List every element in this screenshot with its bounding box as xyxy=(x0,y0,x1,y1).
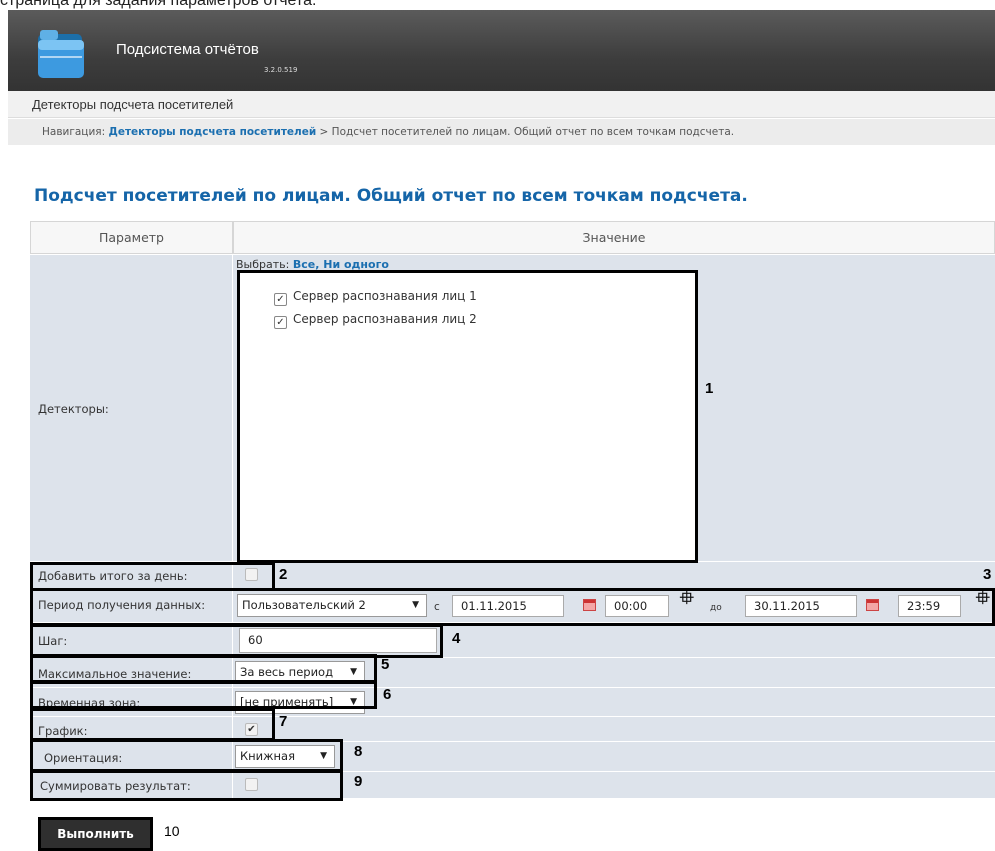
detector-1-label: Сервер распознавания лиц 1 xyxy=(293,289,477,303)
detector-2-checkbox[interactable]: ✓ xyxy=(274,316,287,329)
highlight-frame xyxy=(30,681,377,709)
app-title: Подсистема отчётов xyxy=(116,41,259,58)
app-header: Подсистема отчётов 3.2.0.519 xyxy=(8,10,995,91)
col-header-param: Параметр xyxy=(30,221,233,254)
callout-5: 5 xyxy=(381,656,390,673)
breadcrumb-link-detectors[interactable]: Детекторы подсчета посетителей xyxy=(108,126,316,138)
highlight-frame xyxy=(30,770,343,801)
run-button[interactable]: Выполнить xyxy=(38,817,153,851)
callout-10: 10 xyxy=(164,823,180,839)
callout-1: 1 xyxy=(705,380,714,397)
callout-9: 9 xyxy=(354,773,363,790)
highlight-frame xyxy=(30,739,343,772)
breadcrumb-prefix: Навигация: xyxy=(42,126,109,138)
folder-logo-icon xyxy=(38,30,84,78)
section-title: Детекторы подсчета посетителей xyxy=(32,97,234,112)
callout-2: 2 xyxy=(279,566,288,583)
detectors-label: Детекторы: xyxy=(38,402,109,416)
callout-6: 6 xyxy=(383,686,392,703)
highlight-frame xyxy=(30,562,275,591)
page-caption: страница для задания параметров отчета. xyxy=(0,0,317,9)
page-title: Подсчет посетителей по лицам. Общий отче… xyxy=(34,186,748,206)
detector-item-2[interactable]: ✓ Сервер распознавания лиц 2 xyxy=(274,312,477,329)
callout-3: 3 xyxy=(983,566,992,583)
detectors-list: ✓ Сервер распознавания лиц 1 ✓ Сервер расп… xyxy=(237,270,698,563)
col-header-value: Значение xyxy=(233,221,995,254)
detector-2-label: Сервер распознавания лиц 2 xyxy=(293,312,477,326)
highlight-frame xyxy=(30,624,443,658)
app-version: 3.2.0.519 xyxy=(264,66,298,74)
callout-7: 7 xyxy=(279,713,288,730)
highlight-frame xyxy=(30,588,995,626)
callout-4: 4 xyxy=(452,630,461,647)
callout-8: 8 xyxy=(354,743,363,760)
highlight-frame xyxy=(30,654,377,683)
detector-1-checkbox[interactable]: ✓ xyxy=(274,293,287,306)
highlight-frame xyxy=(30,708,275,741)
section-bar: Детекторы подсчета посетителей xyxy=(8,91,995,118)
breadcrumb: Навигация: Детекторы подсчета посетителе… xyxy=(8,119,995,145)
detector-item-1[interactable]: ✓ Сервер распознавания лиц 1 xyxy=(274,289,477,306)
breadcrumb-current: > Подсчет посетителей по лицам. Общий от… xyxy=(316,126,735,138)
breadcrumb-text: Навигация: Детекторы подсчета посетителе… xyxy=(42,126,734,138)
